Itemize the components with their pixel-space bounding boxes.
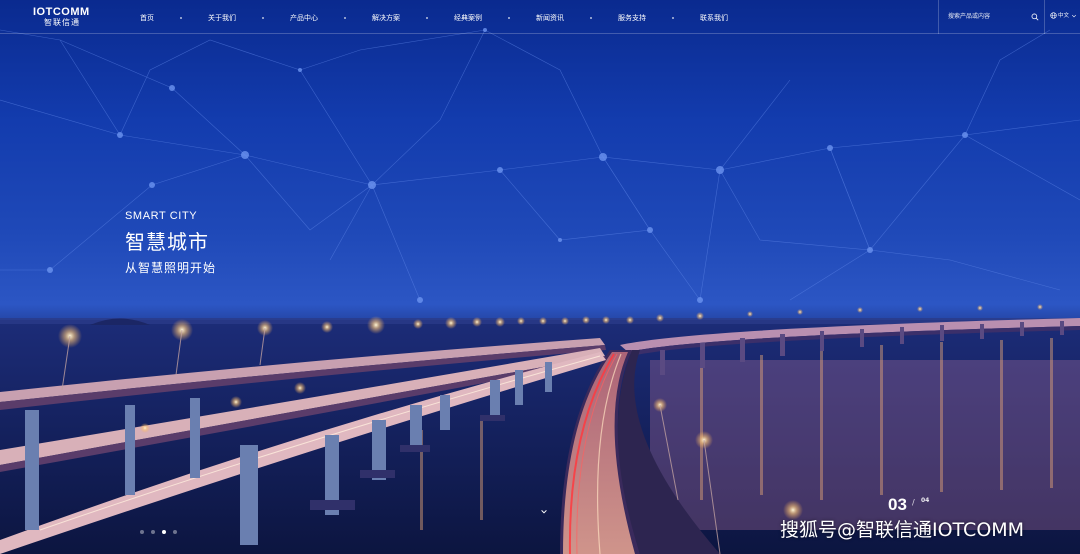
hero-slogan: SMART CITY 智慧城市 从智慧照明开始 [125,208,216,277]
slide-pager: 03 / 04 [888,494,929,518]
slide-dot[interactable] [173,530,177,534]
nav-separator [180,17,182,19]
nav-item-support[interactable]: 服务支持 [618,13,646,23]
slide-total-number: 04 [921,497,930,504]
nav-item-about[interactable]: 关于我们 [208,13,236,23]
nav-separator [344,17,346,19]
language-switcher[interactable]: 中文 [1044,0,1080,34]
nav-separator [672,17,674,19]
hero-title-chinese: 智慧城市 [125,230,209,254]
nav-item-products[interactable]: 产品中心 [290,13,318,23]
slide-dot-active[interactable] [162,530,166,534]
logo-english: IOTCOMM [33,6,90,18]
nav-item-solutions[interactable]: 解决方案 [372,13,400,23]
search-icon[interactable] [1031,13,1039,21]
slide-dot[interactable] [151,530,155,534]
slide-separator: / [912,498,915,507]
chevron-down-icon [1071,14,1077,18]
logo-chinese: 智联信通 [44,18,80,27]
nav-separator [508,17,510,19]
language-label: 中文 [1058,13,1070,19]
hero-subtitle: 从智慧照明开始 [125,261,217,275]
main-nav: 首页 关于我们 产品中心 解决方案 经典案例 新闻资讯 服务支持 联系我们 [140,12,728,24]
scroll-down-icon[interactable] [540,508,548,516]
slide-current-number: 03 [888,495,907,514]
top-navigation-bar: IOTCOMM 智联信通 首页 关于我们 产品中心 解决方案 经典案例 新闻资讯… [0,0,1080,34]
brand-logo[interactable]: IOTCOMM 智联信通 [33,6,97,28]
globe-icon [1050,12,1057,19]
slide-indicators [140,530,184,534]
hero-background-image [0,28,1080,554]
slide-dot[interactable] [140,530,144,534]
search-box[interactable]: 搜索产品或内容 [938,0,1044,34]
nav-separator [426,17,428,19]
hero-banner [0,0,1080,554]
nav-separator [262,17,264,19]
nav-item-home[interactable]: 首页 [140,13,154,23]
search-input[interactable]: 搜索产品或内容 [948,12,990,22]
hero-title-english: SMART CITY [125,210,198,222]
nav-separator [590,17,592,19]
watermark-text: 搜狐号@智联信通IOTCOMM [780,519,1025,541]
nav-item-cases[interactable]: 经典案例 [454,13,482,23]
nav-item-contact[interactable]: 联系我们 [700,13,728,23]
nav-item-news[interactable]: 新闻资讯 [536,13,564,23]
